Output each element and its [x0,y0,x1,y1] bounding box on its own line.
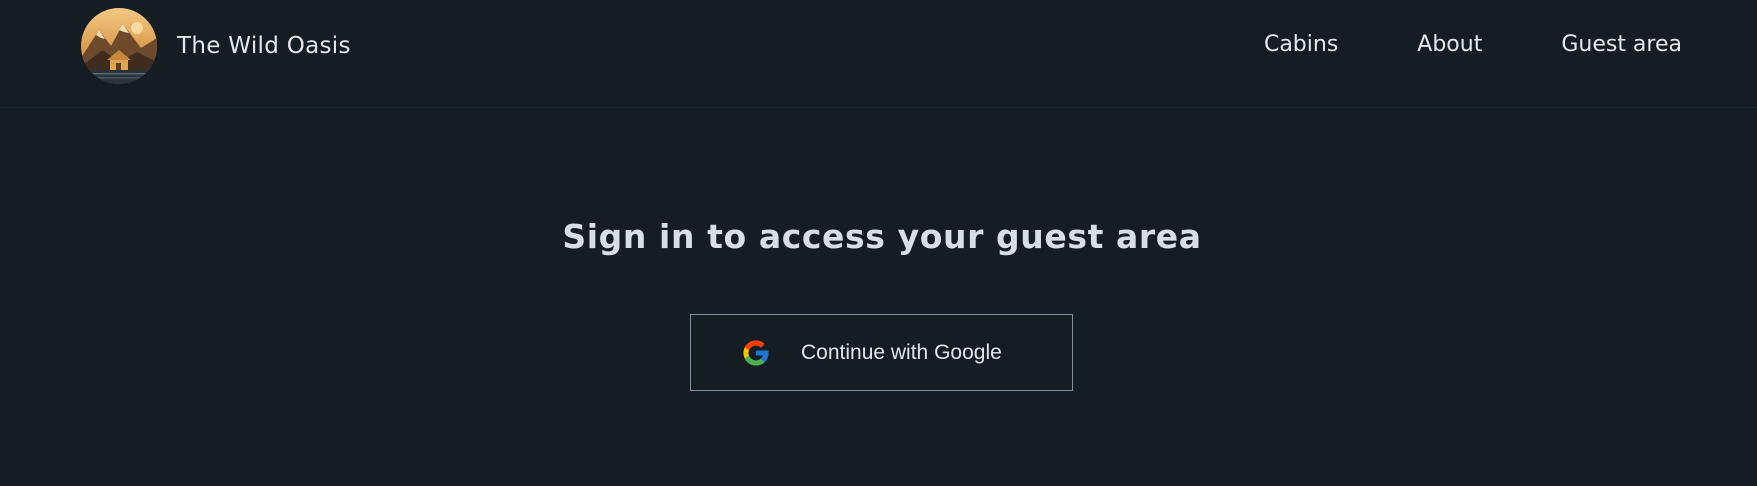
google-button-label: Continue with Google [801,340,1002,364]
site-header: The Wild Oasis Cabins About Guest area [0,0,1757,108]
brand-name: The Wild Oasis [177,33,351,59]
page: The Wild Oasis Cabins About Guest area S… [0,0,1757,486]
google-icon [741,338,771,368]
main-nav: Cabins About Guest area [1264,26,1682,62]
nav-item-cabins[interactable]: Cabins [1264,32,1338,57]
nav-item-guest-area[interactable]: Guest area [1561,32,1682,57]
logo-link[interactable]: The Wild Oasis [81,8,351,84]
continue-with-google-button[interactable]: Continue with Google [690,314,1073,391]
logo-image [81,8,157,84]
page-title: Sign in to access your guest area [562,217,1202,256]
nav-item-about[interactable]: About [1417,32,1482,57]
